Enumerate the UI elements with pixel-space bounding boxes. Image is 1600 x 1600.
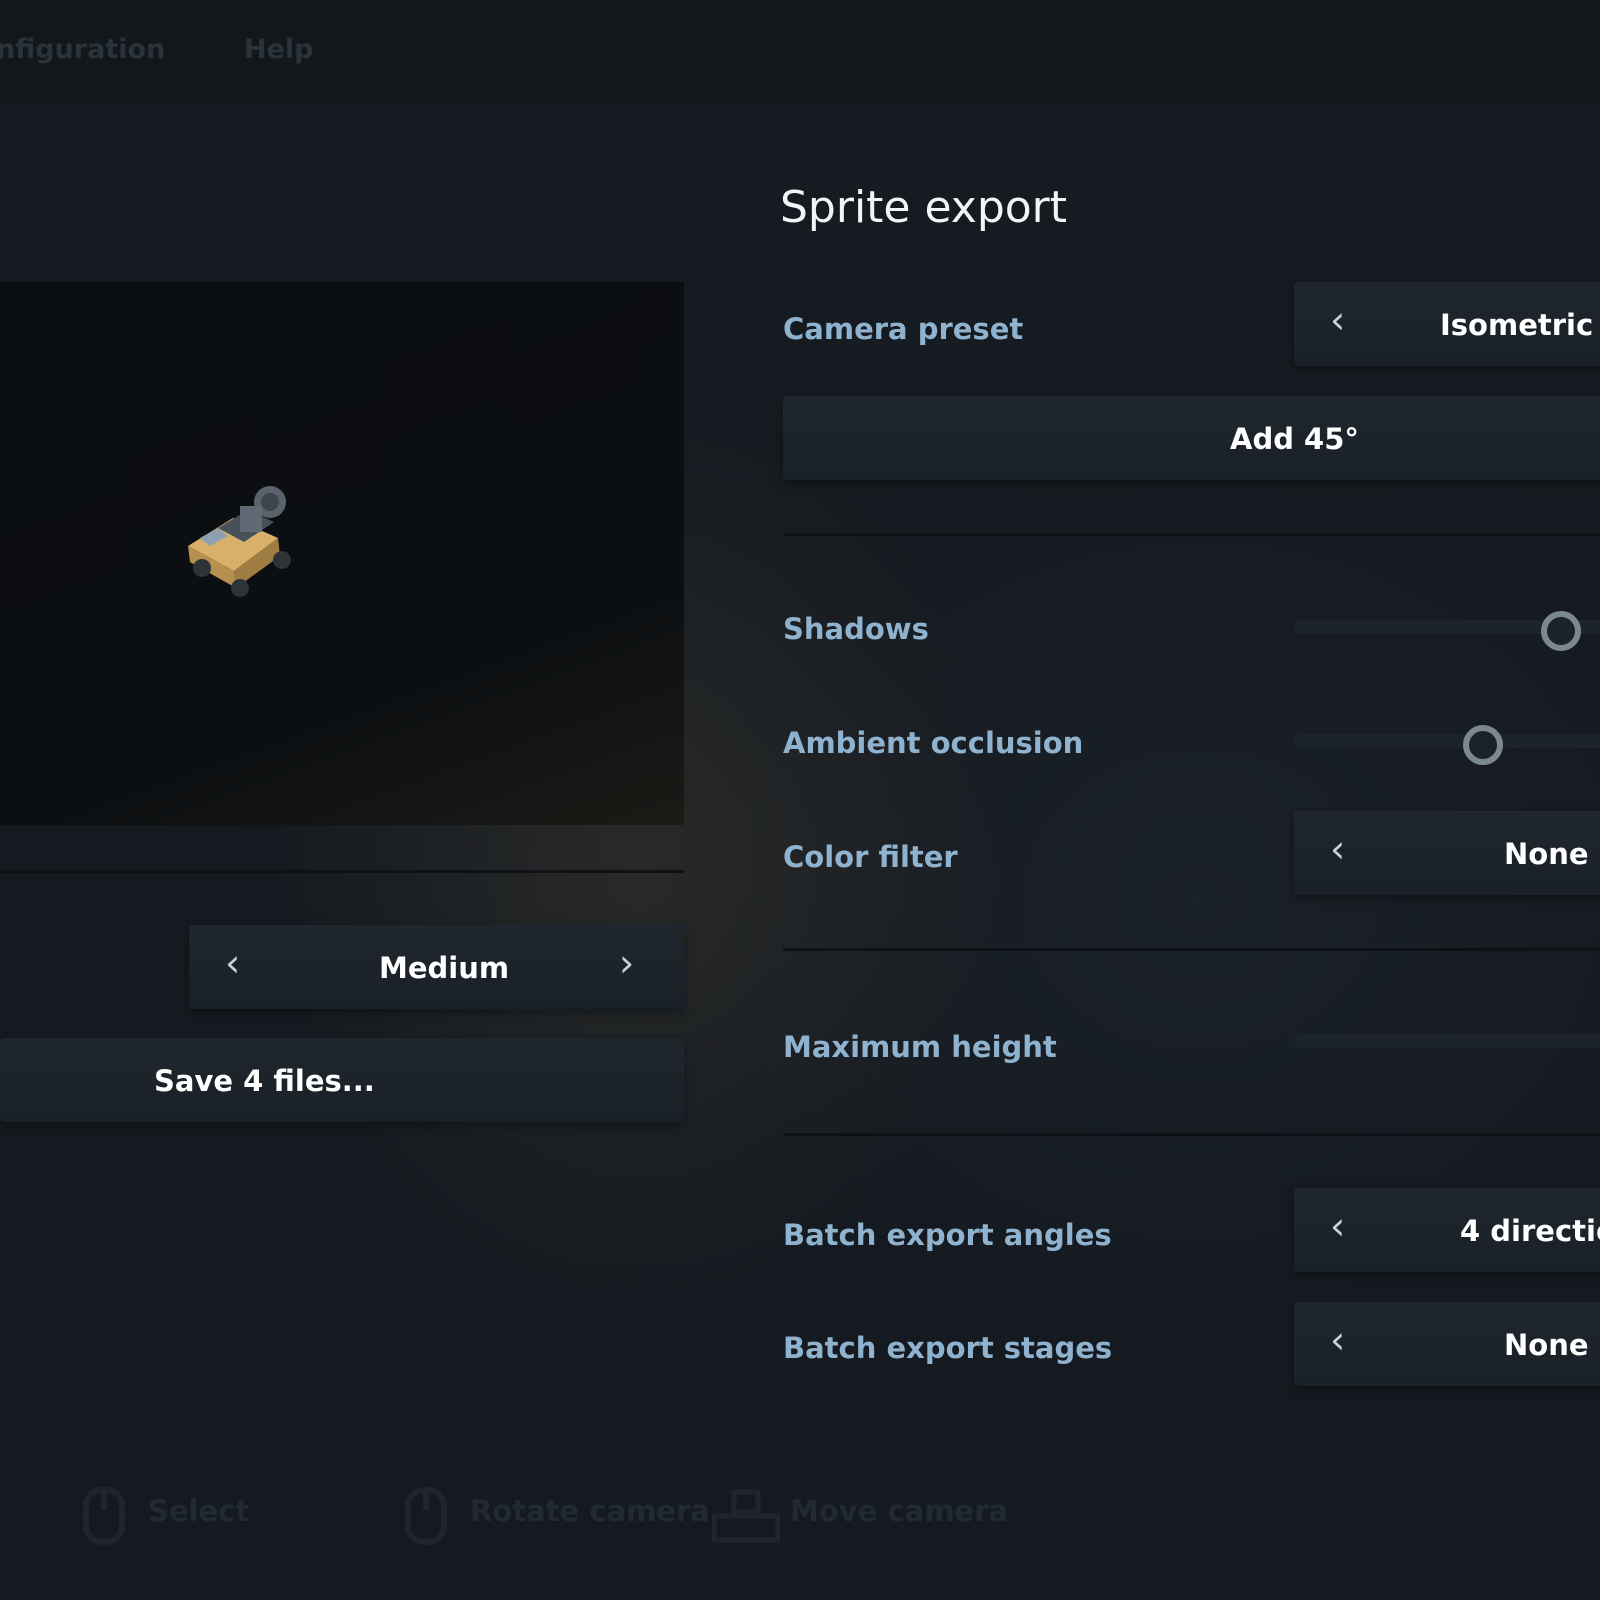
chevron-left-icon[interactable]: ‹ [1330, 1206, 1345, 1246]
mouse-icon [405, 1487, 447, 1545]
divider-1 [783, 533, 1600, 536]
chevron-left-icon[interactable]: ‹ [1330, 1320, 1345, 1360]
model-preview-viewport[interactable] [0, 282, 684, 825]
batch-stages-value: None [1504, 1328, 1589, 1362]
top-menu-bar: nfiguration Help [0, 0, 1600, 104]
keyboard-icon [712, 1489, 780, 1543]
save-files-label: Save 4 files... [154, 1064, 375, 1098]
color-filter-value: None [1504, 837, 1589, 871]
divider-2 [783, 948, 1600, 951]
chevron-left-icon[interactable]: ‹ [1330, 300, 1345, 340]
maximum-height-label: Maximum height [783, 1030, 1057, 1064]
sprite-export-screen: nfiguration Help ‹ Medium › Save 4 files… [0, 0, 1600, 1600]
vehicle-model-preview [188, 486, 291, 597]
chevron-left-icon[interactable]: ‹ [1330, 829, 1345, 869]
quality-value: Medium [379, 951, 510, 985]
mouse-icon [83, 1487, 125, 1545]
ambient-occlusion-slider-track[interactable] [1294, 734, 1600, 748]
chevron-left-icon[interactable]: ‹ [225, 943, 240, 983]
shadows-slider-thumb[interactable] [1541, 611, 1581, 651]
maximum-height-slider-track[interactable] [1294, 1034, 1600, 1048]
chevron-right-icon[interactable]: › [619, 943, 634, 983]
camera-preset-label: Camera preset [783, 312, 1024, 346]
ambient-occlusion-slider-thumb[interactable] [1463, 725, 1503, 765]
panel-title: Sprite export [780, 182, 1068, 233]
camera-preset-selector[interactable]: ‹ Isometric (4 [1294, 282, 1600, 366]
color-filter-selector[interactable]: ‹ None [1294, 811, 1600, 895]
batch-stages-selector[interactable]: ‹ None [1294, 1302, 1600, 1386]
menu-help[interactable]: Help [244, 34, 314, 65]
hint-select: Select [148, 1494, 250, 1528]
shadows-label: Shadows [783, 612, 929, 646]
menu-configuration[interactable]: nfiguration [0, 34, 165, 65]
hint-move-camera: Move camera [790, 1494, 1008, 1528]
batch-angles-label: Batch export angles [783, 1218, 1112, 1252]
color-filter-label: Color filter [783, 840, 958, 874]
left-divider [0, 870, 684, 873]
quality-selector[interactable]: ‹ Medium › [189, 925, 684, 1009]
batch-angles-value: 4 direction [1460, 1214, 1600, 1248]
save-files-button[interactable]: Save 4 files... [0, 1038, 684, 1122]
batch-angles-selector[interactable]: ‹ 4 direction [1294, 1188, 1600, 1272]
camera-preset-value: Isometric (4 [1440, 308, 1600, 342]
batch-stages-label: Batch export stages [783, 1331, 1113, 1365]
add-45-label: Add 45° [1230, 422, 1359, 456]
hint-rotate-camera: Rotate camera [470, 1494, 710, 1528]
add-45-button[interactable]: Add 45° [783, 396, 1600, 480]
ambient-occlusion-label: Ambient occlusion [783, 726, 1084, 760]
divider-3 [783, 1133, 1600, 1136]
